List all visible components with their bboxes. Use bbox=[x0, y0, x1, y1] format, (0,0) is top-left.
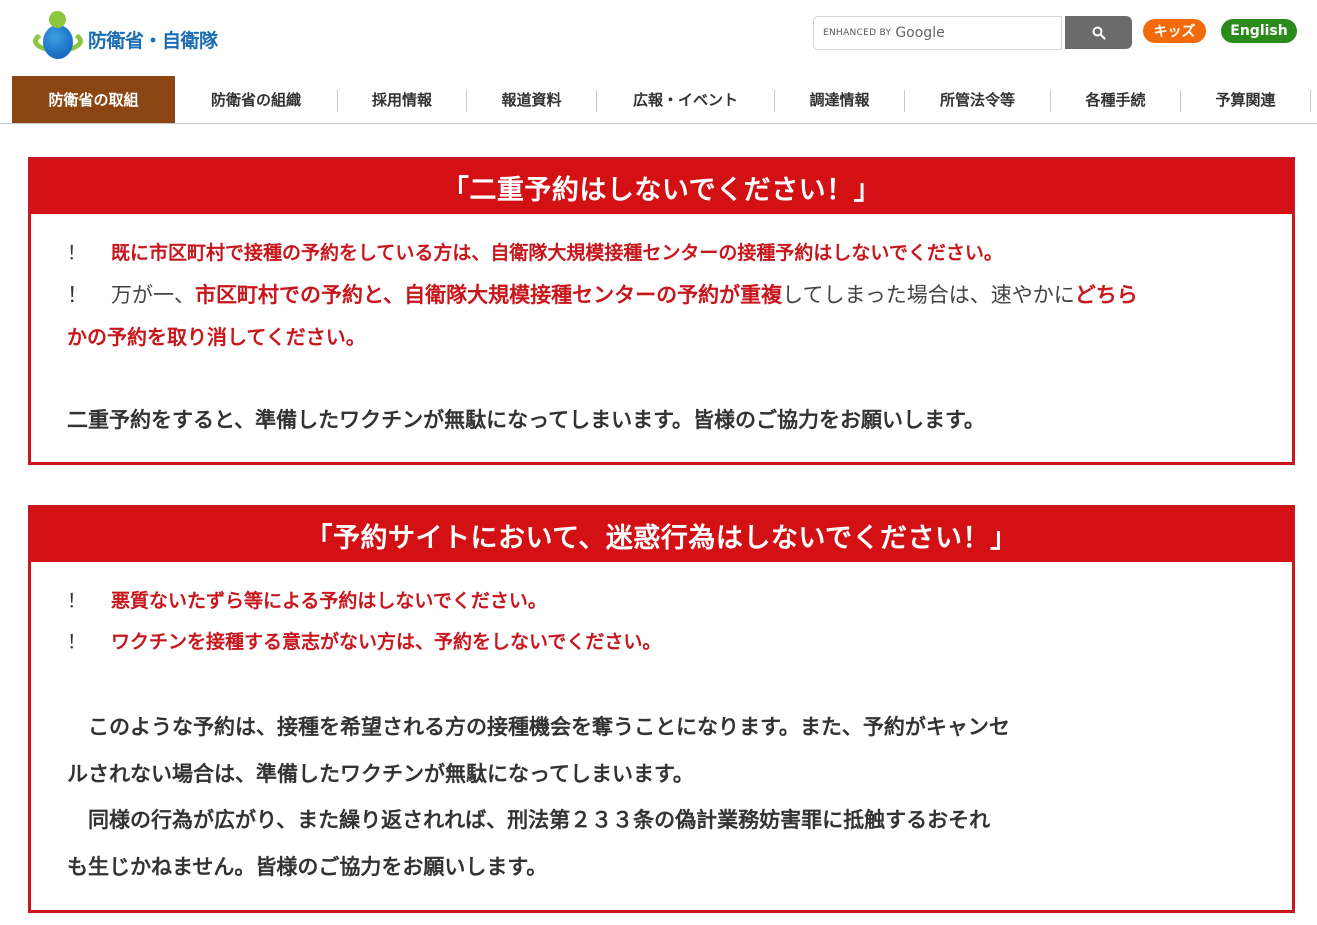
search-button[interactable] bbox=[1065, 16, 1132, 49]
search-placeholder-brand: Google bbox=[895, 25, 945, 41]
nav-item-laws[interactable]: 所管法令等 bbox=[905, 76, 1050, 123]
search-icon bbox=[1092, 26, 1106, 40]
nav-item-procurement[interactable]: 調達情報 bbox=[775, 76, 904, 123]
notice-bullet: ！ 既に市区町村で接種の予約をしている方は、自衛隊大規模接種センターの接種予約はし… bbox=[67, 238, 1003, 265]
search-input[interactable]: ENHANCED BY Google bbox=[813, 16, 1062, 50]
notice-bullet: ！ 万が一、市区町村での予約と、自衛隊大規模接種センターの予約が重複してしまった場… bbox=[67, 279, 1138, 309]
nav-item-recruitment[interactable]: 採用情報 bbox=[338, 76, 466, 123]
logo-emblem-icon bbox=[32, 11, 84, 61]
notice-closing: 二重予約をすると、準備したワクチンが無駄になってしまいます。皆様のご協力をお願い… bbox=[67, 408, 985, 432]
notice-bullet: ！ 悪質ないたずら等による予約はしないでください。 bbox=[67, 586, 547, 613]
notice-text: 万が一、 bbox=[111, 283, 195, 307]
nav-item-budget[interactable]: 予算関連 bbox=[1181, 76, 1310, 123]
notice-paragraph: 同様の行為が広がり、また繰り返されれば、刑法第２３３条の偽計業務妨害罪に抵触する… bbox=[67, 808, 991, 832]
notice-bullet: ！ ワクチンを接種する意志がない方は、予約をしないでください。 bbox=[67, 627, 661, 654]
site-logo[interactable]: 防衛省・自衛隊 bbox=[32, 11, 218, 61]
notice-text: 悪質ないたずら等による予約はしないでください。 bbox=[111, 590, 547, 612]
notice-paragraph: このような予約は、接種を希望される方の接種機会を奪うことになります。また、予約が… bbox=[67, 715, 1010, 739]
nav-item-initiatives[interactable]: 防衛省の取組 bbox=[12, 76, 175, 123]
exclamation-icon: ！ bbox=[67, 590, 87, 612]
notice-title: 「予約サイトにおいて、迷惑行為はしないでください！」 bbox=[31, 508, 1292, 562]
notice-text: してしまった場合は、速やかに bbox=[782, 283, 1075, 307]
nav-item-procedures[interactable]: 各種手続 bbox=[1051, 76, 1180, 123]
notice-paragraph: も生じかねません。皆様のご協力をお願いします。 bbox=[67, 855, 548, 879]
global-nav: 防衛省の取組 防衛省の組織 採用情報 報道資料 広報・イベント 調達情報 所管法… bbox=[0, 76, 1317, 124]
notice-double-booking: 「二重予約はしないでください！」 ！ 既に市区町村で接種の予約をしている方は、自衛… bbox=[28, 157, 1295, 465]
kids-link[interactable]: キッズ bbox=[1143, 19, 1206, 43]
exclamation-icon: ！ bbox=[67, 631, 87, 653]
notice-text-emphasis: 市区町村での予約と、自衛隊大規模接種センターの予約が重複 bbox=[195, 283, 783, 307]
notice-text: 既に市区町村で接種の予約をしている方は、自衛隊大規模接種センターの接種予約はしな… bbox=[111, 242, 1003, 264]
nav-item-pr-events[interactable]: 広報・イベント bbox=[597, 76, 774, 123]
notice-text-continued: かの予約を取り消してください。 bbox=[67, 325, 366, 349]
logo-text: 防衛省・自衛隊 bbox=[88, 29, 218, 52]
notice-text: ワクチンを接種する意志がない方は、予約をしないでください。 bbox=[111, 631, 662, 653]
notice-nuisance: 「予約サイトにおいて、迷惑行為はしないでください！」 ！ 悪質ないたずら等による予… bbox=[28, 505, 1295, 913]
exclamation-icon: ！ bbox=[67, 283, 88, 307]
exclamation-icon: ！ bbox=[67, 242, 87, 264]
nav-item-press[interactable]: 報道資料 bbox=[467, 76, 596, 123]
notice-paragraph: ルされない場合は、準備したワクチンが無駄になってしまいます。 bbox=[67, 762, 694, 786]
search-placeholder-prefix: ENHANCED BY bbox=[823, 28, 892, 38]
notice-title: 「二重予約はしないでください！」 bbox=[31, 160, 1292, 214]
site-search: ENHANCED BY Google bbox=[813, 16, 1132, 50]
notice-text-emphasis: どちら bbox=[1074, 283, 1138, 307]
english-link[interactable]: English bbox=[1221, 19, 1297, 43]
nav-item-organization[interactable]: 防衛省の組織 bbox=[175, 76, 337, 123]
nav-divider bbox=[1310, 90, 1311, 112]
